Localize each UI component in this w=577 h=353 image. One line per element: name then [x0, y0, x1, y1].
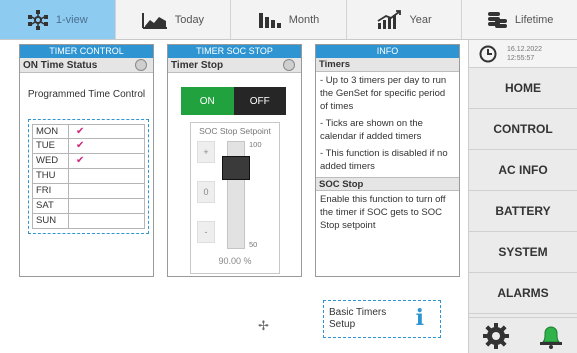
clock-icon	[479, 45, 497, 62]
day-name: SAT	[33, 199, 69, 213]
on-time-status-label: ON Time Status	[23, 59, 98, 71]
timer-soc-stop-header: TIMER SOC STOP	[168, 45, 301, 58]
date-text: 16.12.2022	[507, 45, 543, 53]
soc-stop-info-text: Enable this function to turn off the tim…	[320, 194, 446, 231]
tab-label: Month	[288, 13, 320, 26]
day-row-mon: MON ✔	[32, 124, 145, 139]
tab-year[interactable]: Year	[346, 0, 463, 39]
tab-1-view[interactable]: 1-view	[0, 0, 116, 39]
day-check-cell	[69, 169, 144, 183]
day-calendar[interactable]: MON ✔ TUE ✔ WED ✔ THU FRI SAT SUN	[28, 119, 149, 234]
time-text: 12:55:57	[507, 54, 535, 62]
timer-control-panel: TIMER CONTROL ON Time Status Programmed …	[19, 44, 154, 277]
check-icon: ✔	[76, 126, 85, 137]
right-sidebar: 16.12.2022 12:55:57 HOME CONTROL AC INFO…	[468, 40, 577, 353]
tab-lifetime[interactable]: Lifetime	[462, 0, 577, 39]
slider-max-label: 100	[249, 140, 262, 149]
basic-timers-setup-line1: Basic Timers	[329, 307, 387, 318]
soc-setpoint-value: 90.00 %	[218, 256, 252, 266]
slider-min-label: 50	[249, 240, 258, 249]
datetime-display: 16.12.2022 12:55:57	[469, 40, 577, 68]
day-name: TUE	[33, 139, 69, 153]
soc-stop-setpoint-title: SOC Stop Setpoint	[199, 126, 271, 136]
soc-slider-knob[interactable]	[222, 156, 250, 180]
on-off-toggle[interactable]: ON OFF	[181, 87, 286, 115]
timer-stop-row: Timer Stop	[168, 58, 301, 73]
basic-timers-setup-label: Basic Timers Setup	[329, 307, 386, 331]
day-check-cell	[69, 184, 144, 198]
timers-info-line: - Ticks are shown on the calendar if add…	[320, 118, 423, 142]
nav-alarms[interactable]: ALARMS	[469, 273, 577, 314]
sidebar-bottom-bar	[469, 317, 577, 353]
tab-label: Today	[174, 13, 205, 26]
timer-stop-label: Timer Stop	[171, 59, 224, 71]
cursor-crosshair-icon: ✢	[258, 318, 269, 333]
datetime-text: 16.12.2022 12:55:57	[507, 45, 542, 63]
day-row-thu: THU	[32, 169, 145, 184]
day-name: THU	[33, 169, 69, 183]
coin-stack-icon	[487, 11, 507, 28]
day-row-sat: SAT	[32, 199, 145, 214]
nav-control[interactable]: CONTROL	[469, 109, 577, 150]
on-time-status-led	[135, 59, 147, 71]
info-icon: i	[415, 305, 424, 331]
on-button[interactable]: ON	[181, 87, 234, 115]
timer-soc-stop-panel: TIMER SOC STOP Timer Stop ON OFF SOC Sto…	[167, 44, 302, 277]
day-name: WED	[33, 154, 69, 168]
nav-battery[interactable]: BATTERY	[469, 191, 577, 232]
tab-label: Year	[409, 13, 432, 26]
info-panel: INFO Timers - Up to 3 timers per day to …	[315, 44, 460, 277]
timers-info-line: - Up to 3 timers per day to run the GenS…	[320, 75, 447, 112]
gear-icon[interactable]	[482, 322, 510, 350]
day-name: SUN	[33, 214, 69, 228]
tab-today[interactable]: Today	[115, 0, 232, 39]
zero-button[interactable]: 0	[197, 181, 215, 203]
tab-month[interactable]: Month	[231, 0, 347, 39]
basic-timers-setup-line2: Setup	[329, 319, 356, 330]
day-row-tue: TUE ✔	[32, 139, 145, 154]
soc-slider-track[interactable]	[222, 141, 250, 249]
nav-system[interactable]: SYSTEM	[469, 232, 577, 273]
top-tab-bar: 1-view Today Month Year Lifetime	[0, 0, 577, 40]
day-check-cell	[69, 214, 144, 228]
basic-timers-setup-button[interactable]: Basic Timers Setup i	[323, 300, 441, 338]
timers-info-text: - Up to 3 timers per day to run the GenS…	[316, 72, 459, 173]
timer-control-header: TIMER CONTROL	[20, 45, 153, 58]
off-button[interactable]: OFF	[233, 87, 286, 115]
increase-button[interactable]: +	[197, 141, 215, 163]
trend-chart-icon	[377, 9, 402, 29]
info-header: INFO	[316, 45, 459, 58]
day-row-fri: FRI	[32, 184, 145, 199]
on-time-status-row: ON Time Status	[20, 58, 153, 73]
alarm-bell-icon[interactable]	[537, 322, 565, 350]
day-row-wed: WED ✔	[32, 154, 145, 169]
decrease-button[interactable]: -	[197, 221, 215, 243]
day-name: FRI	[33, 184, 69, 198]
day-check-cell	[69, 199, 144, 213]
nav-home[interactable]: HOME	[469, 68, 577, 109]
timer-stop-led	[283, 59, 295, 71]
tab-label: Lifetime	[514, 13, 554, 26]
soc-stop-section-title: SOC Stop	[316, 177, 459, 191]
tab-label: 1-view	[55, 13, 88, 26]
day-name: MON	[33, 125, 69, 138]
soc-stop-setpoint-box: SOC Stop Setpoint + 0 - 100 50 90.00 %	[190, 122, 280, 274]
check-icon: ✔	[76, 140, 85, 151]
area-chart-icon	[141, 12, 167, 29]
programmed-time-control-title: Programmed Time Control	[27, 89, 146, 100]
nav-ac-info[interactable]: AC INFO	[469, 150, 577, 191]
timers-section-title: Timers	[316, 58, 459, 72]
day-row-sun: SUN	[32, 214, 145, 229]
network-icon	[27, 9, 48, 30]
check-icon: ✔	[76, 155, 85, 166]
bar-chart-icon	[258, 12, 281, 28]
timers-info-line: - This function is disabled if no added …	[320, 148, 448, 172]
